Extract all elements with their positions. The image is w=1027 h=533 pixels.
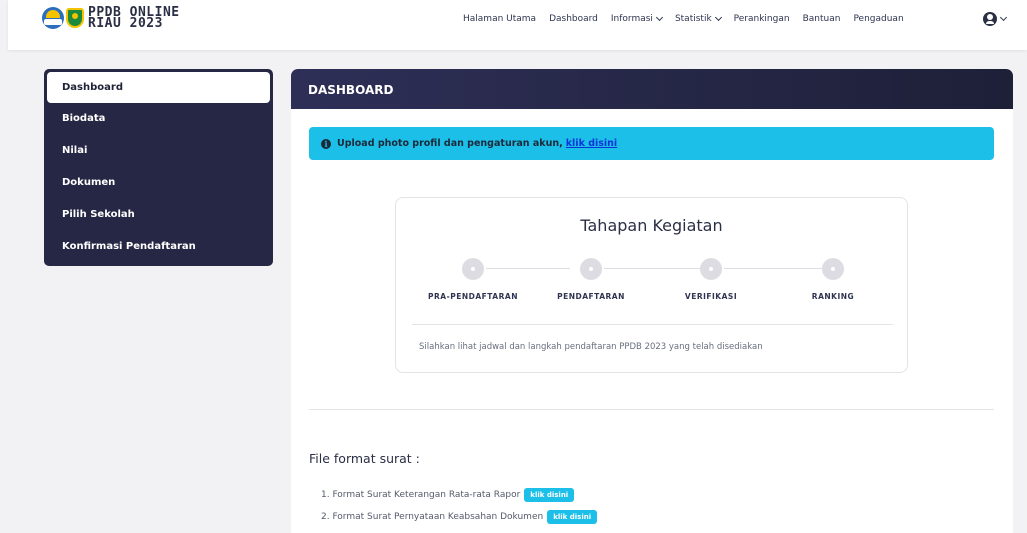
nav-item-statistik[interactable]: Statistik xyxy=(674,13,722,24)
nav-item-halaman-utama[interactable]: Halaman Utama xyxy=(463,14,536,24)
step-label: PRA-PENDAFTARAN xyxy=(428,292,518,301)
nav-item-dashboard[interactable]: Dashboard xyxy=(549,14,598,24)
step-dot-icon xyxy=(580,258,602,280)
dashboard-card: DASHBOARD i Upload photo profil dan peng… xyxy=(291,69,1013,533)
chevron-down-icon xyxy=(714,13,722,22)
file-format-list: 1. Format Surat Keterangan Rata-rata Rap… xyxy=(321,484,598,528)
brand-logo[interactable]: PPDB ONLINE RIAU 2023 xyxy=(42,6,180,30)
file-label: 2. Format Surat Pernyataan Keabsahan Dok… xyxy=(321,512,544,522)
tut-wuri-logo-icon xyxy=(42,7,64,29)
top-navbar: PPDB ONLINE RIAU 2023 Halaman Utama Dash… xyxy=(8,0,1027,50)
sidebar-item-dashboard[interactable]: Dashboard xyxy=(47,72,270,103)
step-pendaftaran: PENDAFTARAN xyxy=(546,258,636,301)
brand-text: PPDB ONLINE RIAU 2023 xyxy=(88,6,180,30)
step-label: PENDAFTARAN xyxy=(557,292,625,301)
chevron-down-icon xyxy=(655,13,663,22)
nav-item-bantuan[interactable]: Bantuan xyxy=(803,14,841,24)
sidebar: Dashboard Biodata Nilai Dokumen Pilih Se… xyxy=(44,69,273,266)
user-icon xyxy=(983,12,997,26)
tahapan-title: Tahapan Kegiatan xyxy=(580,216,723,235)
page-title: DASHBOARD xyxy=(291,69,1013,109)
sidebar-item-biodata[interactable]: Biodata xyxy=(47,103,270,135)
nav-label: Statistik xyxy=(674,14,712,24)
nav-label: Dashboard xyxy=(549,14,598,24)
nav-item-pengaduan[interactable]: Pengaduan xyxy=(853,14,903,24)
nav-label: Perankingan xyxy=(733,14,790,24)
sidebar-item-pilih-sekolah[interactable]: Pilih Sekolah xyxy=(47,199,270,231)
info-icon: i xyxy=(321,138,331,149)
alert-text: Upload photo profil dan pengaturan akun, xyxy=(337,138,563,149)
step-verifikasi: VERIFIKASI xyxy=(666,258,756,301)
sidebar-item-nilai[interactable]: Nilai xyxy=(47,135,270,167)
user-menu[interactable] xyxy=(983,12,1008,26)
tahapan-panel: Tahapan Kegiatan PRA-PENDAFTARAN PENDAFT… xyxy=(395,197,908,373)
nav-item-perankingan[interactable]: Perankingan xyxy=(734,14,790,24)
section-divider xyxy=(309,409,994,410)
file-format-title: File format surat : xyxy=(309,451,420,466)
sidebar-item-dokumen[interactable]: Dokumen xyxy=(47,167,270,199)
alert-link[interactable]: klik disini xyxy=(566,138,617,149)
list-item: 2. Format Surat Pernyataan Keabsahan Dok… xyxy=(321,506,598,528)
nav-item-informasi[interactable]: Informasi xyxy=(610,13,663,24)
divider xyxy=(412,324,893,325)
tahapan-note: Silahkan lihat jadwal dan langkah pendaf… xyxy=(419,342,763,352)
info-alert: i Upload photo profil dan pengaturan aku… xyxy=(309,127,994,160)
download-keabsahan-button[interactable]: klik disini xyxy=(547,510,598,524)
step-dot-icon xyxy=(462,258,484,280)
list-item: 1. Format Surat Keterangan Rata-rata Rap… xyxy=(321,484,597,506)
step-label: RANKING xyxy=(811,292,855,301)
riau-emblem-icon xyxy=(66,8,84,28)
nav-label: Informasi xyxy=(610,14,653,24)
chevron-down-icon xyxy=(999,13,1008,22)
step-dot-icon xyxy=(822,258,844,280)
step-progress: PRA-PENDAFTARAN PENDAFTARAN VERIFIKASI R… xyxy=(396,258,907,308)
nav-label: Pengaduan xyxy=(853,14,904,24)
step-label: VERIFIKASI xyxy=(684,292,738,301)
sidebar-item-konfirmasi-pendaftaran[interactable]: Konfirmasi Pendaftaran xyxy=(47,231,270,263)
step-dot-icon xyxy=(700,258,722,280)
nav-label: Halaman Utama xyxy=(463,14,537,24)
file-label: 1. Format Surat Keterangan Rata-rata Rap… xyxy=(321,490,521,500)
nav-label: Bantuan xyxy=(802,14,841,24)
step-ranking: RANKING xyxy=(788,258,878,301)
download-rapor-button[interactable]: klik disini xyxy=(524,488,575,502)
main-nav: Halaman Utama Dashboard Informasi Statis… xyxy=(463,13,917,24)
step-pra-pendaftaran: PRA-PENDAFTARAN xyxy=(428,258,518,301)
